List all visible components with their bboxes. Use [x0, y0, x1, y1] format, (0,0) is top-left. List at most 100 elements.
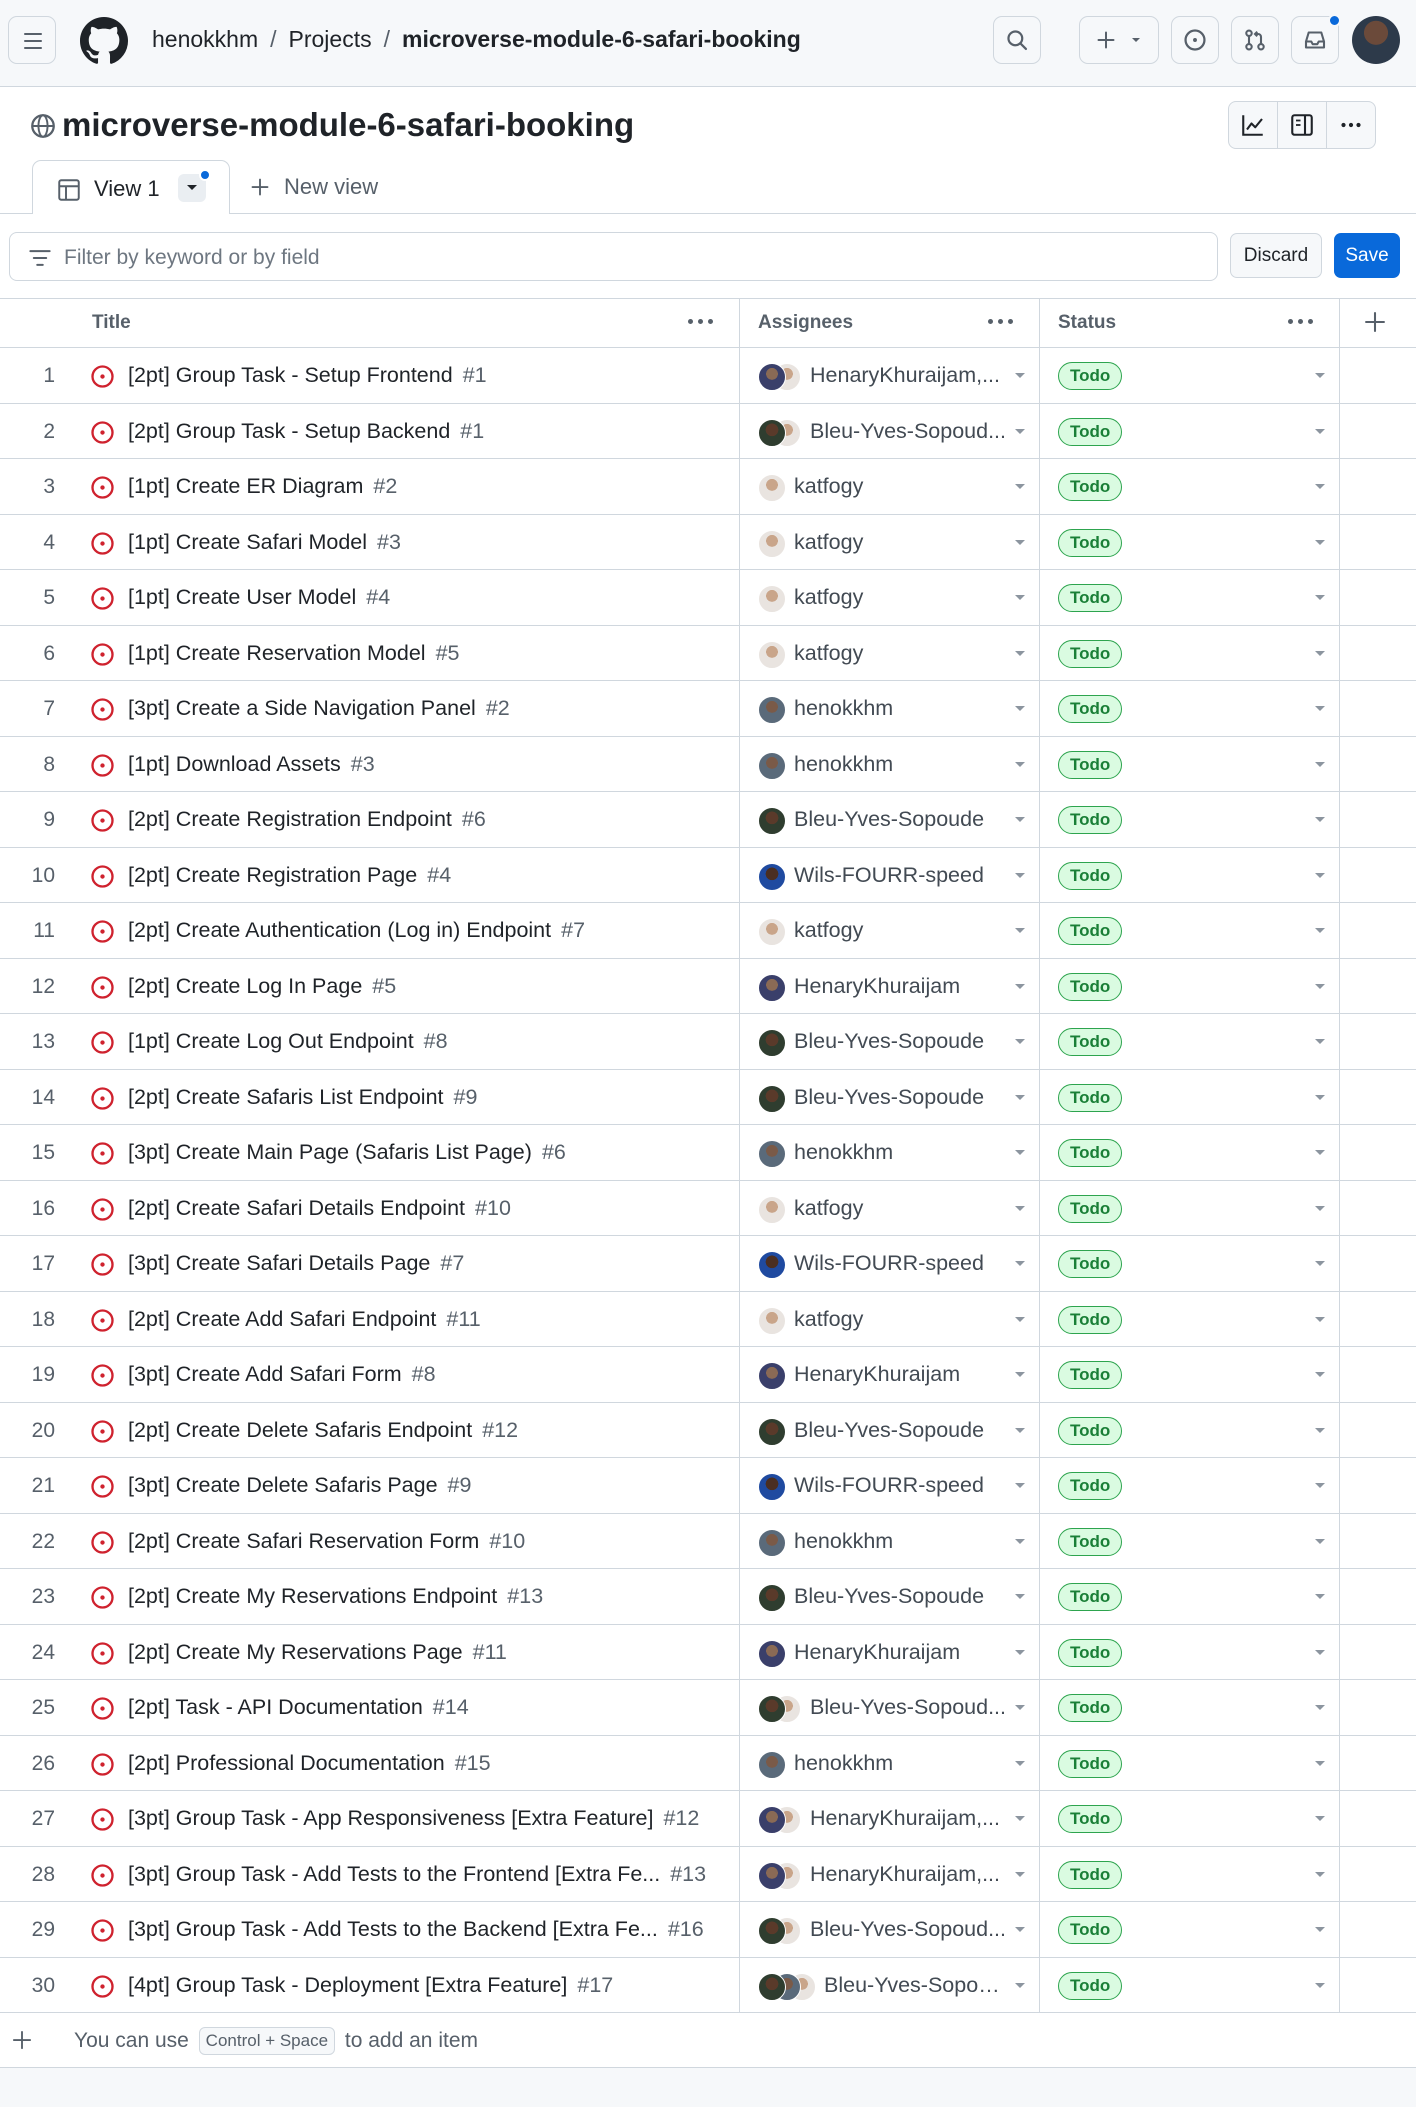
table-row[interactable]: 21 [3pt] Create Delete Safaris Page #9 Wils…	[0, 1458, 1416, 1514]
issue-title[interactable]: [2pt] Create Registration Endpoint	[128, 807, 452, 831]
issue-title-cell[interactable]: [2pt] Create Delete Safaris Endpoint #12	[128, 1403, 518, 1458]
breadcrumb-project[interactable]: microverse-module-6-safari-booking	[402, 26, 801, 52]
table-row[interactable]: 6 [1pt] Create Reservation Model #5 katfogy…	[0, 626, 1416, 681]
status-badge[interactable]: Todo	[1058, 806, 1123, 834]
breadcrumb-projects[interactable]: Projects	[289, 26, 372, 52]
status-dropdown-icon[interactable]	[1315, 1649, 1325, 1655]
assignee-dropdown-icon[interactable]	[1015, 761, 1025, 767]
issue-title[interactable]: [3pt] Create Safari Details Page	[128, 1251, 430, 1275]
issue-title-cell[interactable]: [2pt] Create Registration Page #4	[128, 848, 451, 903]
issue-title[interactable]: [3pt] Group Task - Add Tests to the Fron…	[128, 1862, 660, 1886]
assignee-name[interactable]: HenaryKhuraijam,...	[810, 1791, 1006, 1846]
assignee-dropdown-icon[interactable]	[1015, 539, 1025, 545]
column-assignees-menu-icon[interactable]	[988, 319, 1018, 324]
table-row[interactable]: 2 [2pt] Group Task - Setup Backend #1 Bleu-…	[0, 404, 1416, 459]
assignee-dropdown-icon[interactable]	[1015, 1094, 1025, 1100]
assignee-name[interactable]: katfogy	[794, 1181, 1006, 1236]
status-badge[interactable]: Todo	[1058, 1749, 1123, 1778]
issue-title-cell[interactable]: [2pt] Create My Reservations Page #11	[128, 1625, 507, 1680]
table-row[interactable]: 7 [3pt] Create a Side Navigation Panel #2 h…	[0, 681, 1416, 737]
status-badge[interactable]: Todo	[1058, 1527, 1123, 1556]
issue-title[interactable]: [2pt] Create Log In Page	[128, 974, 362, 998]
issue-title[interactable]: [2pt] Group Task - Setup Frontend	[128, 363, 453, 387]
status-badge[interactable]: Todo	[1058, 1860, 1123, 1889]
status-dropdown-icon[interactable]	[1315, 1927, 1325, 1932]
status-badge[interactable]: Todo	[1058, 1305, 1123, 1334]
assignee-name[interactable]: henokkhm	[794, 681, 1006, 736]
column-status-menu-icon[interactable]	[1288, 319, 1318, 324]
assignee-name[interactable]: Bleu-Yves-Sopoude	[794, 1070, 1006, 1125]
status-dropdown-icon[interactable]	[1315, 1039, 1325, 1044]
assignee-name[interactable]: HenaryKhuraijam	[794, 959, 1006, 1014]
issue-title-cell[interactable]: [1pt] Create User Model #4	[128, 570, 390, 625]
table-row[interactable]: 12 [2pt] Create Log In Page #5 HenaryKhurai…	[0, 959, 1416, 1014]
assignee-dropdown-icon[interactable]	[1015, 817, 1025, 822]
status-dropdown-icon[interactable]	[1315, 983, 1325, 989]
issue-title-cell[interactable]: [2pt] Create Log In Page #5	[128, 959, 396, 1014]
add-field-icon[interactable]	[1364, 311, 1386, 333]
status-dropdown-icon[interactable]	[1315, 817, 1325, 822]
status-badge[interactable]: Todo	[1058, 1083, 1123, 1112]
issue-title[interactable]: [3pt] Create a Side Navigation Panel	[128, 696, 476, 720]
assignee-dropdown-icon[interactable]	[1015, 1205, 1025, 1211]
issue-title-cell[interactable]: [3pt] Group Task - Add Tests to the Fron…	[128, 1847, 706, 1902]
issue-title-cell[interactable]: [3pt] Create Safari Details Page #7	[128, 1236, 464, 1291]
column-title[interactable]: Title	[92, 299, 131, 347]
assignee-dropdown-icon[interactable]	[1015, 650, 1025, 656]
assignee-name[interactable]: Bleu-Yves-Sopoude	[794, 1569, 1006, 1624]
issue-title-cell[interactable]: [3pt] Group Task - Add Tests to the Back…	[128, 1902, 704, 1957]
assignee-name[interactable]: Wils-FOURR-speed	[794, 848, 1006, 903]
issue-title[interactable]: [2pt] Create My Reservations Endpoint	[128, 1584, 497, 1608]
status-badge[interactable]: Todo	[1058, 1361, 1123, 1389]
status-dropdown-icon[interactable]	[1315, 373, 1325, 378]
assignee-dropdown-icon[interactable]	[1015, 428, 1025, 434]
assignee-dropdown-icon[interactable]	[1015, 928, 1025, 933]
assignee-name[interactable]: henokkhm	[794, 1514, 1006, 1569]
create-new-button[interactable]	[1079, 16, 1159, 64]
status-badge[interactable]: Todo	[1058, 1805, 1123, 1833]
status-dropdown-icon[interactable]	[1315, 1816, 1325, 1821]
issue-title[interactable]: [2pt] Create Safaris List Endpoint	[128, 1085, 444, 1109]
status-badge[interactable]: Todo	[1058, 1416, 1123, 1445]
issue-title[interactable]: [4pt] Group Task - Deployment [Extra Fea…	[128, 1973, 567, 1997]
assignee-name[interactable]: katfogy	[794, 626, 1006, 681]
table-row[interactable]: 26 [2pt] Professional Documentation #15 hen…	[0, 1736, 1416, 1791]
assignee-name[interactable]: katfogy	[794, 515, 1006, 570]
status-dropdown-icon[interactable]	[1315, 1316, 1325, 1322]
issue-title-cell[interactable]: [2pt] Create Add Safari Endpoint #11	[128, 1292, 481, 1347]
status-badge[interactable]: Todo	[1058, 861, 1123, 890]
assignee-dropdown-icon[interactable]	[1015, 1039, 1025, 1044]
issue-title[interactable]: [1pt] Create Log Out Endpoint	[128, 1029, 414, 1053]
status-dropdown-icon[interactable]	[1315, 1871, 1325, 1877]
assignee-name[interactable]: henokkhm	[794, 1125, 1006, 1180]
issue-title[interactable]: [2pt] Create My Reservations Page	[128, 1640, 463, 1664]
status-badge[interactable]: Todo	[1058, 1250, 1123, 1278]
status-dropdown-icon[interactable]	[1315, 484, 1325, 489]
status-dropdown-icon[interactable]	[1315, 1982, 1325, 1988]
table-row[interactable]: 15 [3pt] Create Main Page (Safaris List P…	[0, 1125, 1416, 1181]
issue-title-cell[interactable]: [2pt] Create Authentication (Log in) End…	[128, 903, 585, 958]
status-dropdown-icon[interactable]	[1315, 1760, 1325, 1766]
assignee-name[interactable]: katfogy	[794, 459, 1006, 514]
discard-button[interactable]: Discard	[1230, 233, 1322, 278]
assignee-dropdown-icon[interactable]	[1015, 872, 1025, 878]
column-title-menu-icon[interactable]	[688, 319, 718, 324]
assignee-name[interactable]: Wils-FOURR-speed	[794, 1458, 1006, 1513]
status-dropdown-icon[interactable]	[1315, 1594, 1325, 1599]
issue-title[interactable]: [1pt] Create Safari Model	[128, 530, 367, 554]
assignee-name[interactable]: henokkhm	[794, 737, 1006, 792]
status-badge[interactable]: Todo	[1058, 417, 1123, 446]
assignee-dropdown-icon[interactable]	[1015, 1150, 1025, 1155]
add-item-row[interactable]: You can use Control + Space to add an it…	[0, 2013, 1416, 2068]
assignee-dropdown-icon[interactable]	[1015, 1760, 1025, 1766]
status-dropdown-icon[interactable]	[1315, 1483, 1325, 1488]
table-row[interactable]: 14 [2pt] Create Safaris List Endpoint #9 Bl…	[0, 1070, 1416, 1125]
table-row[interactable]: 27 [3pt] Group Task - App Responsiveness …	[0, 1791, 1416, 1847]
status-badge[interactable]: Todo	[1058, 1139, 1123, 1167]
side-panel-button[interactable]	[1277, 101, 1327, 149]
status-dropdown-icon[interactable]	[1315, 1094, 1325, 1100]
assignee-dropdown-icon[interactable]	[1015, 706, 1025, 711]
pull-requests-button[interactable]	[1231, 16, 1279, 64]
issue-title-cell[interactable]: [1pt] Create Log Out Endpoint #8	[128, 1014, 448, 1069]
inbox-button[interactable]	[1291, 14, 1341, 64]
